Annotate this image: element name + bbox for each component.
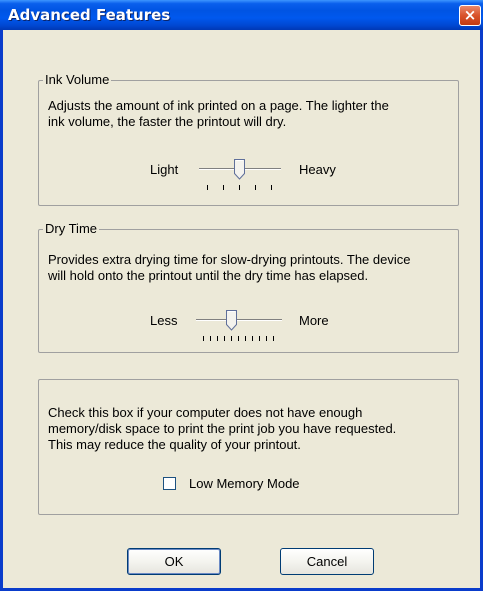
dry-time-tick [266, 336, 267, 341]
dry-time-tick [203, 336, 204, 341]
dry-time-legend: Dry Time [43, 221, 99, 236]
dry-time-tick [231, 336, 232, 341]
ok-button[interactable]: OK [127, 548, 221, 575]
close-button[interactable]: × [459, 5, 481, 26]
dry-time-tick [259, 336, 260, 341]
title-bar[interactable]: Advanced Features × [0, 0, 483, 30]
ink-volume-slider[interactable] [199, 158, 281, 192]
ink-volume-tick [271, 185, 272, 190]
dry-time-description-line-2: will hold onto the printout until the dr… [48, 268, 369, 283]
ink-volume-ticks [207, 185, 272, 193]
dry-time-tick [273, 336, 274, 341]
dry-time-description-line-1: Provides extra drying time for slow-dryi… [48, 252, 411, 267]
memory-description-line-2: memory/disk space to print the print job… [48, 421, 397, 436]
low-memory-mode-checkbox[interactable] [163, 477, 176, 490]
window-title: Advanced Features [8, 6, 171, 24]
ink-volume-max-label: Heavy [299, 162, 336, 177]
memory-description-line-1: Check this box if your computer does not… [48, 405, 363, 420]
cancel-button[interactable]: Cancel [280, 548, 374, 575]
ink-volume-tick [239, 185, 240, 190]
ink-volume-description-line-2: ink volume, the faster the printout will… [48, 114, 287, 129]
dry-time-min-label: Less [150, 313, 178, 328]
advanced-features-dialog: Advanced Features × Ink Volume Adjusts t… [0, 0, 483, 591]
ink-volume-description-line-1: Adjusts the amount of ink printed on a p… [48, 98, 389, 113]
ink-volume-min-label: Light [150, 162, 179, 177]
ink-volume-legend: Ink Volume [43, 72, 112, 87]
memory-description-line-3: This may reduce the quality of your prin… [48, 437, 301, 452]
ink-volume-tick [223, 185, 224, 190]
dry-time-tick [245, 336, 246, 341]
dry-time-tick [210, 336, 211, 341]
dry-time-slider[interactable] [196, 309, 282, 343]
dry-time-tick [217, 336, 218, 341]
dry-time-tick [224, 336, 225, 341]
dry-time-track [196, 319, 282, 321]
low-memory-mode-label[interactable]: Low Memory Mode [189, 476, 300, 492]
dry-time-thumb[interactable] [226, 310, 237, 331]
dry-time-max-label: More [299, 313, 329, 328]
close-icon: × [463, 6, 477, 24]
dry-time-ticks [203, 336, 274, 344]
dry-time-tick [238, 336, 239, 341]
ink-volume-thumb[interactable] [234, 159, 245, 180]
ink-volume-tick [207, 185, 208, 190]
ink-volume-tick [255, 185, 256, 190]
dry-time-tick [252, 336, 253, 341]
